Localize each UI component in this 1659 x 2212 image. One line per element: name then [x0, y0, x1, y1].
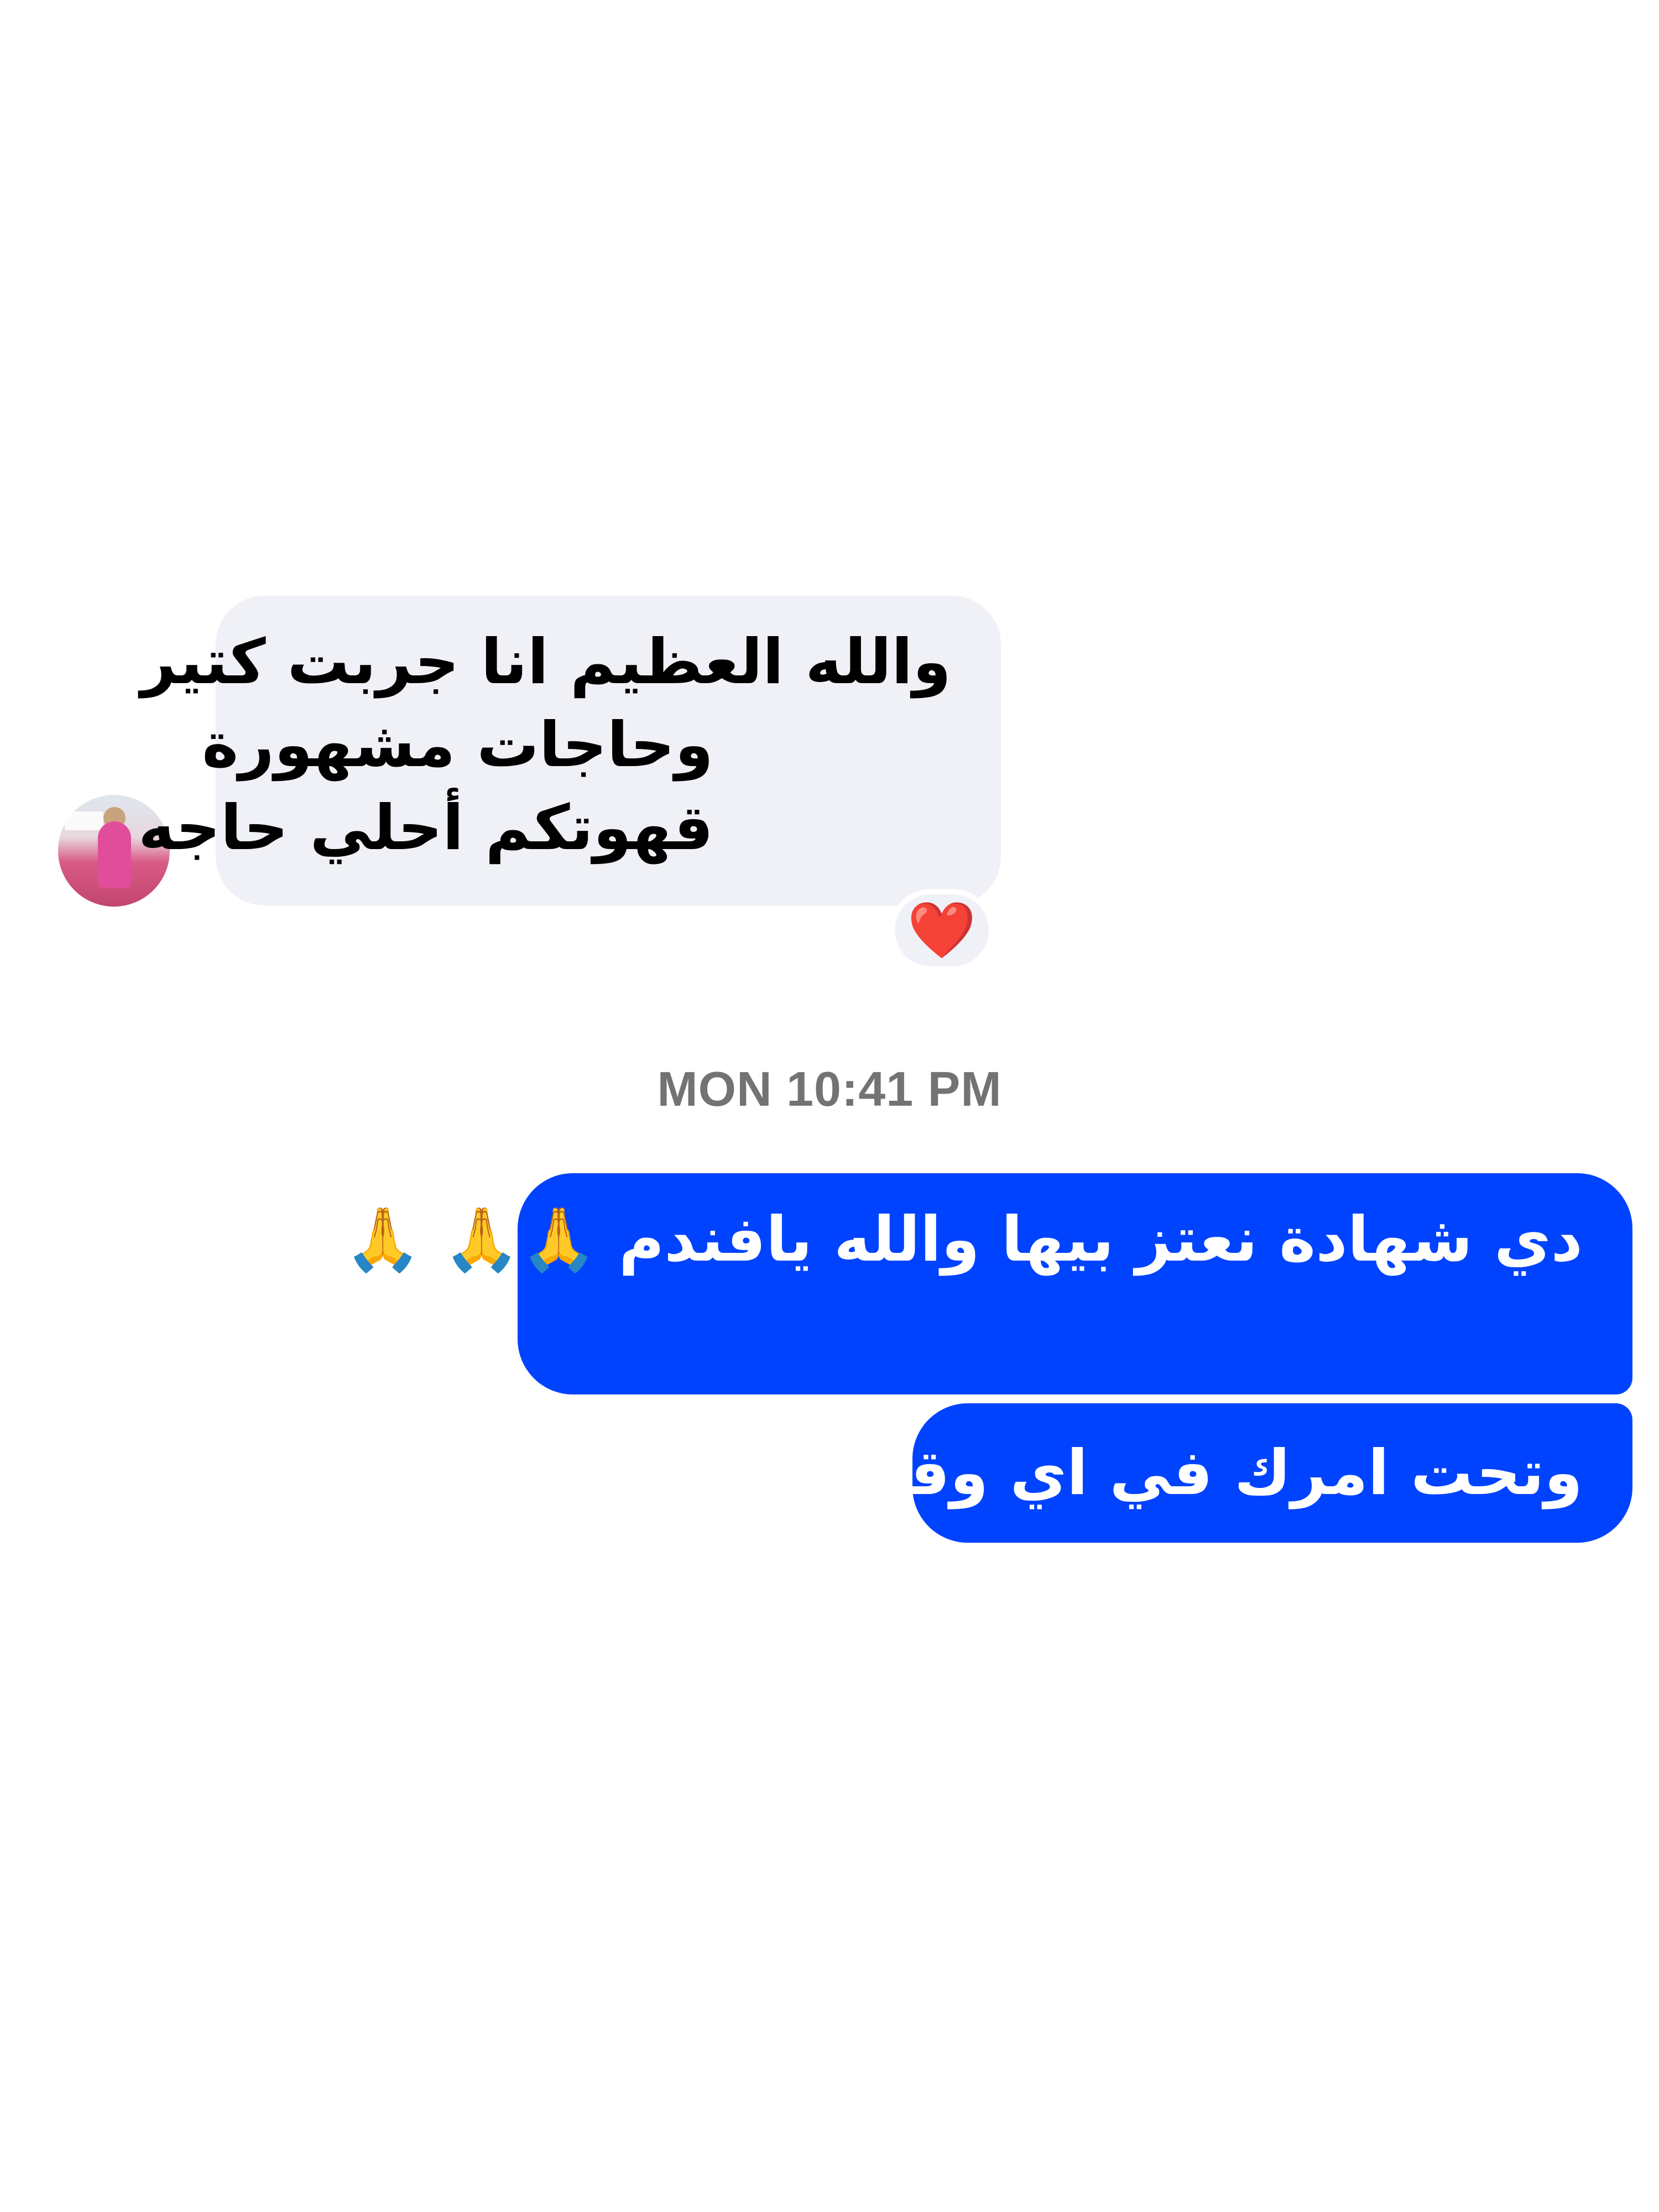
message-timestamp: MON 10:41 PM [657, 1061, 1002, 1116]
incoming-message-line: والله العظيم انا جربت كتير [140, 626, 951, 698]
outgoing-message-bubble[interactable]: وتحت امرك في اي وقت [844, 1403, 1632, 1543]
heart-reaction-icon[interactable]: ❤️ [889, 889, 994, 972]
incoming-message-line: قهوتكم أحلي حاجه [138, 792, 713, 864]
avatar-figure [98, 821, 131, 888]
outgoing-message-bubble[interactable]: دي شهادة نعتز بيها والله يافندم 🙏🙏 🙏 [345, 1173, 1632, 1394]
incoming-message-bubble[interactable]: والله العظيم انا جربت كتير وحاجات مشهورة… [138, 596, 1001, 905]
incoming-message-line: وحاجات مشهورة [202, 709, 713, 781]
avatar-caption-overlay [65, 811, 103, 830]
